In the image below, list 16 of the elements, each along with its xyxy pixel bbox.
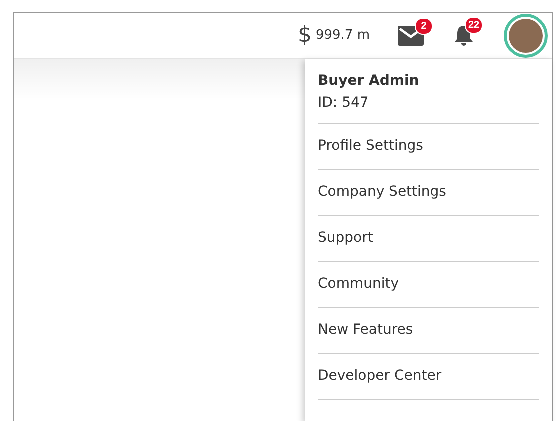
- notification-count-badge: 22: [465, 16, 483, 34]
- user-id: ID: 547: [318, 95, 370, 111]
- user-avatar[interactable]: [504, 14, 548, 58]
- menu-item[interactable]: Company Settings: [318, 170, 539, 216]
- menu-item[interactable]: Developer Center: [318, 354, 539, 400]
- balance-amount: 999.7 m: [316, 28, 370, 43]
- menu-item[interactable]: New Features: [318, 308, 539, 354]
- menu-item[interactable]: Community: [318, 262, 539, 308]
- menu-item[interactable]: Profile Settings: [318, 124, 539, 170]
- user-name: Buyer Admin: [318, 73, 420, 89]
- mail-button[interactable]: 2: [398, 18, 433, 46]
- avatar-placeholder: [509, 18, 543, 52]
- dollar-sign: $: [298, 23, 312, 48]
- menu-item[interactable]: Support: [318, 216, 539, 262]
- notifications-button[interactable]: 22: [454, 16, 483, 46]
- message-count-badge: 2: [415, 18, 433, 34]
